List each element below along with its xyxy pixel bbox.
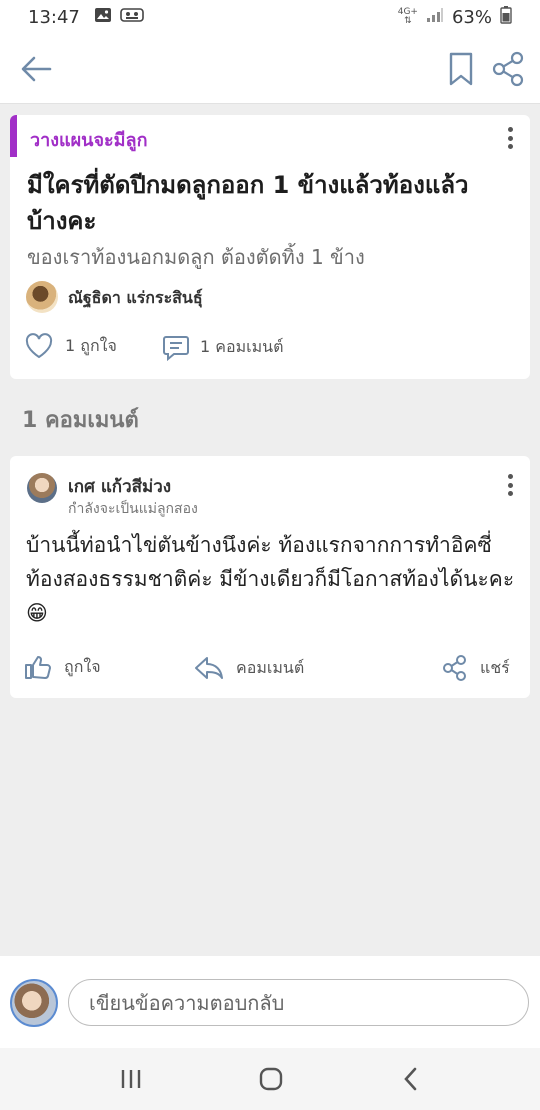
network-indicator: 4G+ ⇅: [397, 7, 418, 26]
current-user-avatar: [10, 979, 58, 1027]
commenter-name[interactable]: เกศ แก้วสีม่วง: [68, 473, 171, 500]
battery-percent: 63%: [451, 6, 492, 28]
post-likes-count: 1 ถูกใจ: [65, 335, 117, 355]
recent-apps-icon: [121, 1070, 141, 1088]
comment-reply-button[interactable]: คอมเมนต์: [194, 654, 304, 682]
gallery-icon: [94, 7, 112, 28]
post-category[interactable]: วางแผนจะมีลูก: [30, 125, 147, 154]
author-avatar[interactable]: [26, 281, 58, 313]
commenter-status: กำลังจะเป็นแม่ลูกสอง: [68, 501, 198, 517]
battery-icon: [500, 5, 512, 29]
comment-more-options-icon[interactable]: [498, 471, 522, 499]
comment-share-label: แชร์: [480, 657, 510, 677]
post-title: มีใครที่ตัดปีกมดลูกออก 1 ข้างแล้วท้องแล้…: [27, 171, 469, 235]
comment-body: บ้านนี้ท่อนำไข่ตันข้างนึงค่ะ ท้องแรกจากก…: [26, 533, 515, 625]
back-arrow-icon: [21, 56, 52, 82]
post-comments-button[interactable]: 1 คอมเมนต์: [162, 333, 283, 361]
back-button[interactable]: [16, 48, 58, 90]
share-icon: [443, 655, 466, 681]
reply-arrow-icon: [195, 657, 223, 679]
post-author[interactable]: ณัฐธิดา แร่กระสินธุ์: [68, 286, 203, 311]
comment-card: เกศ แก้วสีม่วง กำลังจะเป็นแม่ลูกสอง บ้าน…: [10, 456, 530, 698]
top-app-bar: [0, 34, 540, 104]
category-accent-bar: [10, 115, 17, 157]
network-label: 4G+: [397, 7, 418, 17]
post-subtitle: ของเราท้องนอกมดลูก ต้องตัดทิ้ง 1 ข้าง: [27, 245, 365, 269]
notification-app-icon: [120, 7, 144, 28]
home-icon: [259, 1067, 283, 1091]
share-button[interactable]: [490, 50, 526, 88]
comments-heading: 1 คอมเมนต์: [22, 408, 139, 433]
system-back-button[interactable]: [391, 1062, 431, 1096]
signal-icon: [426, 7, 444, 28]
home-button[interactable]: [251, 1062, 291, 1096]
comment-like-button[interactable]: ถูกใจ: [24, 654, 101, 680]
heart-icon: [25, 333, 53, 359]
post-card: วางแผนจะมีลูก มีใครที่ตัดปีกมดลูกออก 1 ข…: [10, 115, 530, 379]
thumbs-up-icon: [25, 656, 51, 679]
recent-apps-button[interactable]: [111, 1062, 151, 1096]
comment-share-button[interactable]: แชร์: [442, 654, 510, 682]
status-bar: 13:47 4G+ ⇅ 63%: [0, 0, 540, 34]
system-nav-bar: [0, 1048, 540, 1110]
comment-reply-label: คอมเมนต์: [236, 657, 305, 677]
reply-bar: [0, 956, 540, 1048]
bookmark-icon: [449, 52, 473, 86]
chevron-left-icon: [404, 1067, 417, 1091]
comment-bubble-icon: [163, 336, 189, 361]
comment-like-label: ถูกใจ: [64, 656, 101, 676]
post-comments-count: 1 คอมเมนต์: [200, 336, 284, 356]
reply-input[interactable]: [68, 979, 529, 1026]
commenter-avatar[interactable]: [27, 473, 57, 503]
share-icon: [492, 51, 524, 87]
post-more-options-icon[interactable]: [498, 124, 522, 152]
status-time: 13:47: [28, 6, 80, 28]
post-like-button[interactable]: 1 ถูกใจ: [25, 333, 117, 359]
bookmark-button[interactable]: [447, 50, 475, 88]
